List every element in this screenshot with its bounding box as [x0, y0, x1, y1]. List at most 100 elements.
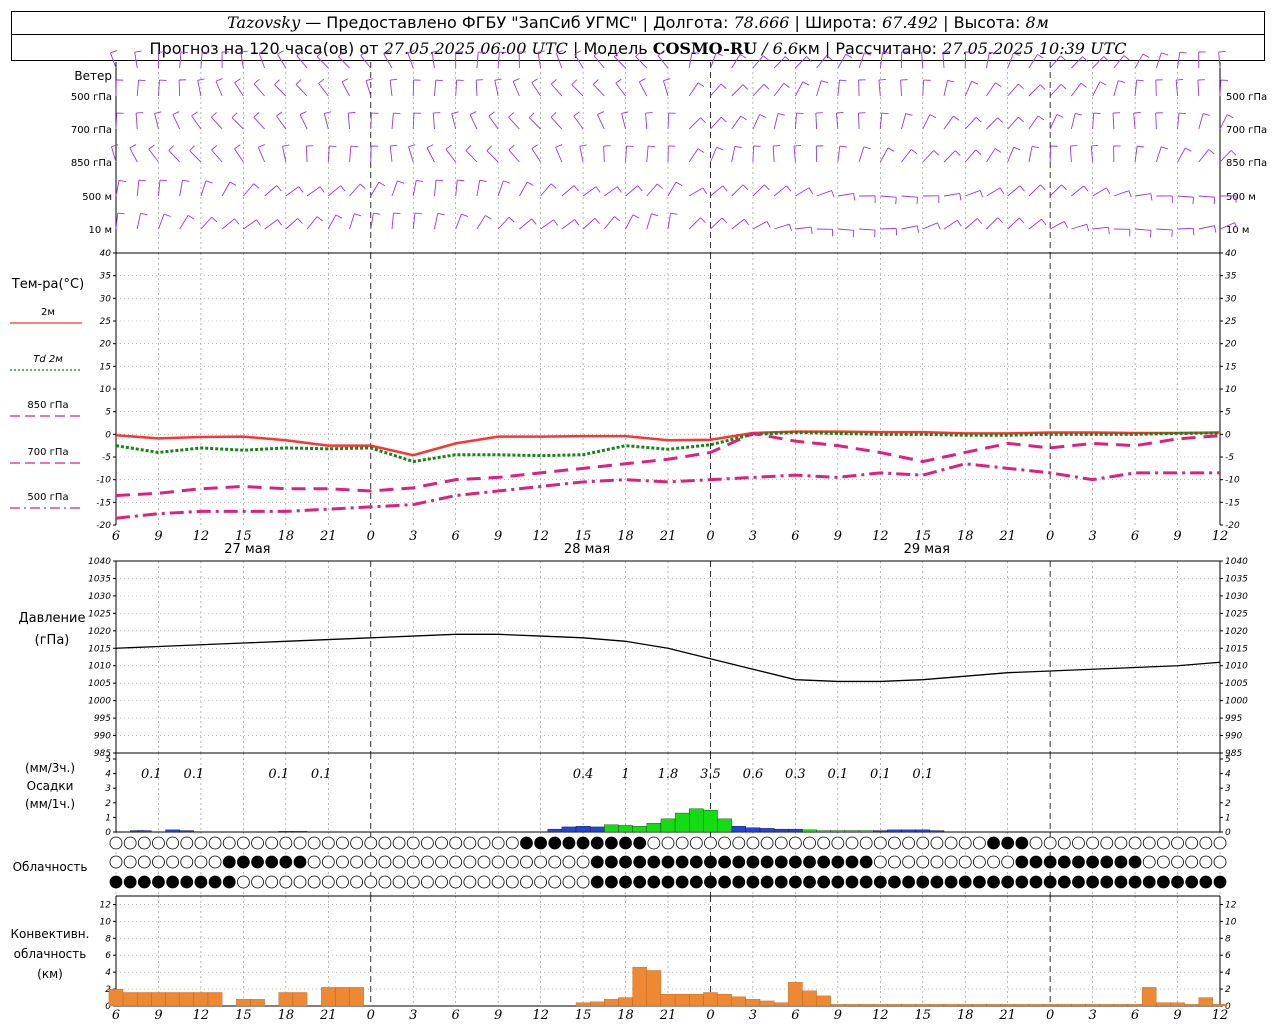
conv-bar — [972, 1004, 987, 1007]
cloud-cover-symbol — [137, 875, 151, 889]
cloud-cover-symbol — [760, 836, 774, 850]
wind-barb-flag — [722, 185, 728, 192]
time-tick-label: 12 — [193, 529, 210, 544]
wind-barb-shaft — [154, 113, 159, 130]
wind-barb-flag — [191, 111, 198, 117]
precip-bar — [604, 824, 619, 833]
cloud-cover-symbol — [236, 875, 250, 889]
wind-barb-shaft — [264, 219, 278, 230]
wind-barb-shaft — [389, 80, 393, 97]
wind-barb-flag — [721, 217, 728, 224]
wind-barb-shaft — [135, 113, 138, 130]
wind-barb-flag — [231, 112, 238, 119]
pres-ytick-label-right: 1020 — [1225, 627, 1248, 637]
precip-bar — [802, 829, 817, 833]
cloud-cover-symbol — [392, 875, 406, 889]
wind-barb-shaft — [579, 146, 584, 163]
wind-barb-flag — [1133, 112, 1141, 114]
wind-barb-flag — [397, 180, 405, 184]
wind-barb-shaft — [752, 55, 764, 69]
precip-bar — [278, 831, 294, 833]
wind-barb-flag — [994, 148, 1002, 153]
cloud-cover-symbol — [562, 836, 576, 850]
wind-barb-shaft — [434, 180, 437, 197]
precip-ytick-label: 0 — [105, 828, 111, 838]
wind-barb-flag — [766, 221, 771, 228]
conv-bar — [759, 1000, 775, 1007]
wind-barb-flag — [298, 186, 304, 193]
precip-unit-3h: (мм/3ч.) — [25, 761, 75, 775]
wind-barb-flag — [512, 78, 520, 82]
wind-barb-shaft — [815, 112, 818, 130]
wind-barb-flag — [759, 114, 767, 118]
cloud-cover-symbol — [590, 855, 604, 869]
temp-ytick-label: 40 — [100, 249, 112, 259]
wind-barb-shaft — [921, 52, 924, 69]
wind-barb-shaft — [432, 113, 435, 130]
cloud-cover-symbol — [944, 875, 958, 889]
wind-barb-shaft — [731, 54, 741, 69]
cloud-cover-symbol — [1213, 836, 1227, 850]
wind-barb-shaft — [621, 113, 626, 130]
wind-barb-shaft — [901, 195, 918, 198]
conv-bar — [108, 988, 124, 1007]
wind-barb-shaft — [582, 186, 597, 197]
cloud-cover-symbol — [1114, 875, 1128, 889]
time-tick-label: 21 — [319, 529, 337, 544]
time-tick-label: 0 — [706, 529, 714, 544]
conv-bar — [1042, 1004, 1058, 1007]
cloud-cover-symbol — [831, 836, 845, 850]
conv-ytick-label-right: 6 — [1225, 951, 1231, 961]
wind-barb-flag — [1063, 221, 1068, 228]
wind-barb-shaft — [1197, 79, 1200, 97]
wind-barb-flag — [887, 147, 895, 152]
wind-barb-shaft — [858, 52, 865, 69]
cloud-cover-symbol — [859, 855, 873, 869]
temp-series-line — [115, 462, 1220, 520]
cloud-cover-symbol — [420, 875, 434, 889]
cloud-cover-symbol — [222, 855, 236, 869]
cloud-cover-symbol — [505, 855, 519, 869]
temp-panel-title: Тем-ра(°C) — [11, 277, 84, 292]
cloud-cover-symbol — [916, 836, 930, 850]
cloud-cover-symbol — [109, 855, 123, 869]
conv-bar — [1212, 1004, 1228, 1007]
wind-barb-flag — [202, 51, 210, 54]
precip-unit-1h: (мм/1ч.) — [25, 797, 75, 811]
cloud-cover-symbol — [788, 836, 802, 850]
time-tick-label: 9 — [154, 529, 162, 544]
cloud-cover-symbol — [873, 855, 887, 869]
cloud-cover-symbol — [803, 875, 816, 889]
wind-barb-flag — [469, 111, 477, 115]
cloud-cover-symbol — [1156, 855, 1170, 869]
wind-barb-flag — [138, 79, 146, 82]
wind-barb-flag — [465, 145, 472, 151]
conv-bar — [901, 1004, 916, 1007]
wind-barb-flag — [1137, 145, 1145, 148]
wind-barb-shaft — [494, 80, 499, 97]
wind-barb-shaft — [986, 217, 999, 230]
cloud-cover-symbol — [378, 875, 392, 889]
wind-barb-shaft — [391, 180, 398, 197]
precip-bar — [915, 829, 930, 833]
conv-bar — [929, 1004, 945, 1007]
conv-bar — [674, 994, 690, 1007]
cloud-cover-symbol — [732, 875, 746, 889]
conv-ytick-label: 4 — [105, 968, 111, 978]
conv-bar — [943, 1004, 959, 1007]
cloud-cover-symbol — [491, 836, 505, 850]
time-tick-label: 12 — [872, 1008, 889, 1023]
wind-barb-shaft — [731, 146, 736, 163]
precip-bar — [590, 826, 605, 833]
time-tick-label: 9 — [1173, 529, 1181, 544]
wind-barb-shaft — [136, 213, 141, 230]
precip-bar — [292, 831, 308, 833]
wind-barb-shaft — [412, 213, 416, 230]
wind-barb-flag — [479, 179, 487, 182]
wind-barb-shaft — [426, 147, 435, 163]
wind-barb-shaft — [486, 150, 499, 163]
wind-barb-flag — [663, 78, 671, 82]
wind-barb-flag — [234, 78, 241, 83]
wind-barb-flag — [118, 179, 127, 183]
conv-ytick-label-right: 2 — [1225, 985, 1231, 995]
